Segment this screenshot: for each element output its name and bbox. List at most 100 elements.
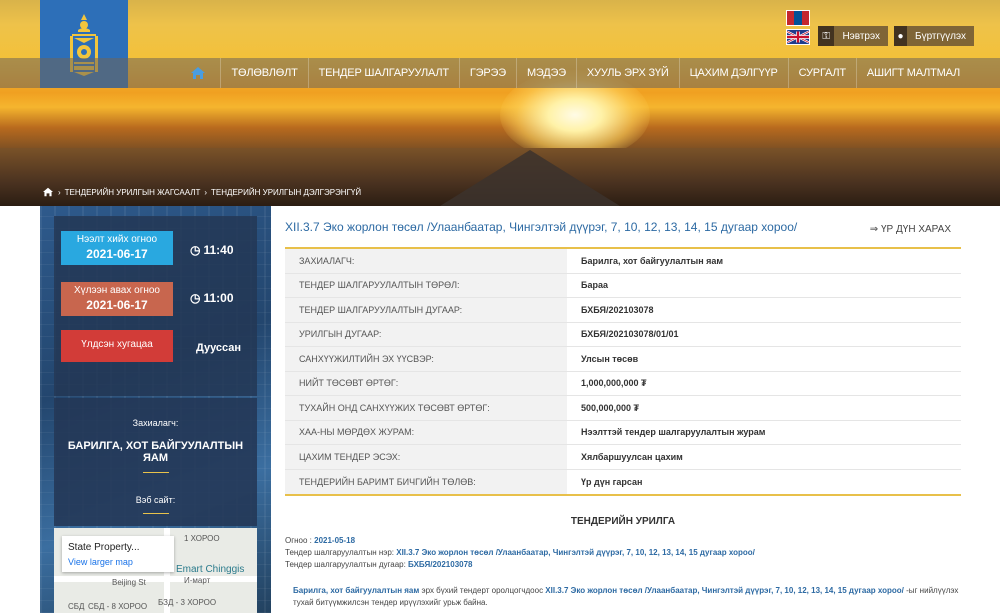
language-switcher xyxy=(786,10,812,46)
date-value: 2021-05-18 xyxy=(314,536,356,545)
view-result-label: ҮР ДҮН ХАРАХ xyxy=(880,224,951,235)
open-time-value: 11:40 xyxy=(203,243,234,257)
map-label: СБД xyxy=(68,602,85,611)
nav-home[interactable] xyxy=(176,58,220,88)
row-value: 1,000,000,000 ₮ xyxy=(581,378,647,389)
register-button[interactable]: ● Бүртгүүлэх xyxy=(894,26,974,46)
map-label: СБД - 8 ХОРОО xyxy=(88,602,148,611)
tender-name-value: XII.3.7 Эко жорлон төсөл /Улаанбаатар, Ч… xyxy=(396,548,755,557)
remaining-label: Үлдсэн хугацаа xyxy=(81,339,153,350)
customer-label: Захиалагч: xyxy=(132,418,179,428)
key-icon: ⚿ xyxy=(818,26,835,46)
submit-date-box: Хүлээн авах огноо 2021-06-17 xyxy=(61,282,173,316)
open-date-box: Нээлт хийх огноо 2021-06-17 xyxy=(61,231,173,265)
nav-item-tender[interactable]: ТЕНДЕР ШАЛГАРУУЛАЛТ xyxy=(307,58,459,88)
clock-icon: ◷ xyxy=(190,243,201,257)
table-row: ЦАХИМ ТЕНДЕР ЭСЭХ: Хялбаршуулсан цахим xyxy=(285,445,961,470)
row-key: ТЕНДЕР ШАЛГАРУУЛАЛТЫН ТӨРӨЛ: xyxy=(285,273,567,297)
table-row: ТЕНДЕР ШАЛГАРУУЛАЛТЫН ТӨРӨЛ: Бараа xyxy=(285,273,961,298)
table-row: ТЕНДЕРИЙН БАРИМТ БИЧГИЙН ТӨЛӨВ: Үр дүн га… xyxy=(285,469,961,494)
table-row: ТЕНДЕР ШАЛГАРУУЛАЛТЫН ДУГААР: БХБЯ/202103… xyxy=(285,298,961,323)
breadcrumb-tender-list[interactable]: ТЕНДЕРИЙН УРИЛГЫН ЖАГСААЛТ xyxy=(65,188,201,197)
nav-item-law[interactable]: ХУУЛЬ ЭРХ ЗҮЙ xyxy=(575,58,679,88)
road-image xyxy=(440,150,620,206)
register-label: Бүртгүүлэх xyxy=(915,30,966,42)
row-key: УРИЛГЫН ДУГААР: xyxy=(285,322,567,346)
row-key: ТЕНДЕР ШАЛГАРУУЛАЛТЫН ДУГААР: xyxy=(285,298,567,322)
section-title: ТЕНДЕРИЙН УРИЛГА xyxy=(570,516,676,527)
row-key: ЗАХИАЛАГЧ: xyxy=(285,249,567,273)
page-title: XII.3.7 Эко жорлон төсөл /Улаанбаатар, Ч… xyxy=(285,220,798,234)
row-key: ТЕНДЕРИЙН БАРИМТ БИЧГИЙН ТӨЛӨВ: xyxy=(285,469,567,494)
body-org: Барилга, хот байгуулалтын яам xyxy=(293,586,420,595)
tender-number-value: БХБЯ/202103078 xyxy=(408,560,473,569)
row-value: Улсын төсөв xyxy=(581,353,639,364)
tender-details-table: ЗАХИАЛАГЧ: Барилга, хот байгуулалтын яам … xyxy=(285,247,961,496)
nav-item-news[interactable]: МЭДЭЭ xyxy=(515,58,576,88)
table-row: НИЙТ ТӨСӨВТ ӨРТӨГ: 1,000,000,000 ₮ xyxy=(285,371,961,396)
row-value: Нээлттэй тендер шалгаруулалтын журам xyxy=(581,427,766,438)
main-nav: ТӨЛӨВЛӨЛТ ТЕНДЕР ШАЛГАРУУЛАЛТ ГЭРЭЭ МЭДЭ… xyxy=(0,58,1000,88)
row-key: ХАА-НЫ МӨРДӨХ ЖУРАМ: xyxy=(285,420,567,444)
main-content: XII.3.7 Эко жорлон төсөл /Улаанбаатар, Ч… xyxy=(285,220,961,609)
nav-item-mining[interactable]: АШИГТ МАЛТМАЛ xyxy=(855,58,970,88)
location-map[interactable]: 1 ХОРОО Emart Chinggis И-март Beijing St… xyxy=(54,528,257,613)
map-label: И-март xyxy=(184,576,211,585)
map-label: БЗД - 3 ХОРОО xyxy=(158,598,217,607)
user-icon: ● xyxy=(894,26,908,46)
website-label: Вэб сайт: xyxy=(135,495,176,505)
sidebar: Нээлт хийх огноо 2021-06-17 ◷ 11:40 Хүлэ… xyxy=(40,206,271,613)
view-larger-map-link[interactable]: View larger map xyxy=(68,557,168,567)
row-value: БХБЯ/202103078 xyxy=(581,304,654,315)
row-value: БХБЯ/202103078/01/01 xyxy=(581,329,679,340)
submit-date-value: 2021-06-17 xyxy=(86,298,148,312)
map-label: Beijing St xyxy=(112,578,146,587)
table-row: САНХҮҮЖИЛТИЙН ЭХ ҮҮСВЭР: Улсын төсөв xyxy=(285,347,961,372)
remaining-value: Дууссан xyxy=(196,342,242,354)
customer-name: БАРИЛГА, ХОТ БАЙГУУЛАЛТЫН ЯАМ xyxy=(67,440,244,464)
mongolia-flag-icon[interactable] xyxy=(786,10,810,26)
home-icon xyxy=(191,67,206,79)
home-icon[interactable] xyxy=(42,187,54,197)
chevron-right-icon: › xyxy=(204,187,208,197)
table-row: УРИЛГЫН ДУГААР: БХБЯ/202103078/01/01 xyxy=(285,322,961,347)
row-value: Хялбаршуулсан цахим xyxy=(581,451,683,462)
breadcrumb: › ТЕНДЕРИЙН УРИЛГЫН ЖАГСААЛТ › ТЕНДЕРИЙН… xyxy=(42,186,361,198)
chevron-right-icon: › xyxy=(58,187,61,197)
row-key: ЦАХИМ ТЕНДЕР ЭСЭХ: xyxy=(285,445,567,469)
table-row: ХАА-НЫ МӨРДӨХ ЖУРАМ: Нээлттэй тендер шалг… xyxy=(285,420,961,445)
clock-icon: ◷ xyxy=(190,291,201,305)
row-value: Бараа xyxy=(581,280,608,291)
nav-item-contract[interactable]: ГЭРЭЭ xyxy=(458,58,516,88)
dates-panel: Нээлт хийх огноо 2021-06-17 ◷ 11:40 Хүлэ… xyxy=(54,216,257,396)
date-label: Огноо : xyxy=(285,536,315,545)
tender-name-label: Тендер шалгаруулалтын нэр: xyxy=(285,548,397,557)
body-project: XII.3.7 Эко жорлон төсөл /Улаанбаатар, Ч… xyxy=(545,586,904,595)
open-date-value: 2021-06-17 xyxy=(86,247,148,261)
row-value: 500,000,000 ₮ xyxy=(581,402,640,413)
row-value: Үр дүн гарсан xyxy=(581,476,643,487)
hero-banner: ⚿ Нэвтрэх ● Бүртгүүлэх ТӨЛӨВЛӨЛТ ТЕНДЕР … xyxy=(0,0,1000,206)
external-link-icon: ⇒ xyxy=(869,224,879,235)
invitation-body: Барилга, хот байгуулалтын яам эрх бүхий … xyxy=(285,585,961,609)
nav-item-eshop[interactable]: ЦАХИМ ДЭЛГҮҮР xyxy=(678,58,788,88)
open-date-label: Нээлт хийх огноо xyxy=(76,234,158,245)
uk-flag-icon[interactable] xyxy=(786,29,810,45)
nav-item-training[interactable]: СУРГАЛТ xyxy=(787,58,856,88)
submit-date-label: Хүлээн авах огноо xyxy=(74,285,160,296)
nav-item-planning[interactable]: ТӨЛӨВЛӨЛТ xyxy=(220,58,307,88)
login-button[interactable]: ⚿ Нэвтрэх xyxy=(818,26,888,46)
map-label: Emart Chinggis xyxy=(176,564,245,575)
submit-time: ◷ 11:00 xyxy=(190,291,234,305)
open-time: ◷ 11:40 xyxy=(190,243,234,257)
tender-invitation: Огноо : 2021-05-18 Тендер шалгаруулалтын… xyxy=(285,535,961,609)
body-mid: эрх бүхий тендерт оролцогчдоос xyxy=(419,586,546,595)
view-result-link[interactable]: ⇒ ҮР ДҮН ХАРАХ xyxy=(870,224,951,235)
table-row: ТУХАЙН ОНД САНХҮҮЖИХ ТӨСӨВТ ӨРТӨГ: 500,00… xyxy=(285,396,961,421)
breadcrumb-tender-detail: ТЕНДЕРИЙН УРИЛГЫН ДЭЛГЭРЭНГҮЙ xyxy=(211,187,362,197)
login-label: Нэвтрэх xyxy=(842,30,880,42)
tender-number-label: Тендер шалгаруулалтын дугаар: xyxy=(285,560,409,569)
map-info-card: State Property... View larger map xyxy=(62,536,174,572)
row-value: Барилга, хот байгуулалтын яам xyxy=(581,255,724,266)
row-key: САНХҮҮЖИЛТИЙН ЭХ ҮҮСВЭР: xyxy=(285,347,567,371)
